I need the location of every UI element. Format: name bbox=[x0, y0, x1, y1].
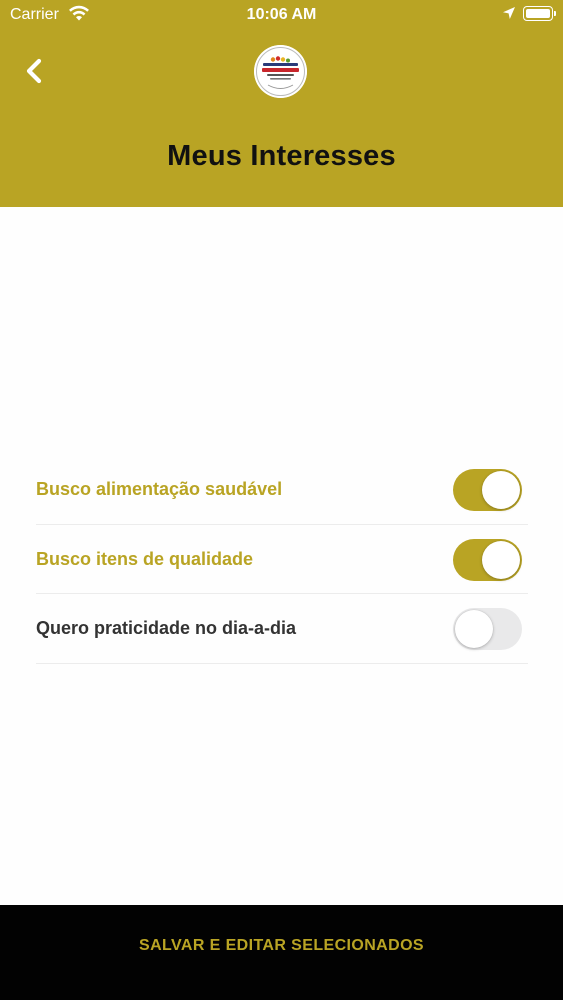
interest-row: Quero praticidade no dia-a-dia bbox=[36, 594, 528, 664]
interest-toggle[interactable] bbox=[453, 538, 522, 581]
status-time: 10:06 AM bbox=[246, 6, 317, 23]
location-arrow-icon bbox=[503, 7, 515, 19]
interest-label: Quero praticidade no dia-a-dia bbox=[36, 618, 297, 638]
footer-bar: SALVAR E EDITAR SELECIONADOS bbox=[0, 905, 563, 1000]
page-title: Meus Interesses bbox=[167, 140, 396, 172]
back-button[interactable] bbox=[18, 52, 52, 90]
chevron-left-icon bbox=[26, 58, 42, 84]
store-logo bbox=[254, 45, 307, 98]
interest-label: Busco alimentação saudável bbox=[36, 479, 283, 499]
toggle-knob bbox=[482, 540, 520, 579]
interests-list: Busco alimentação saudável Busco itens d… bbox=[36, 455, 528, 664]
interest-toggle[interactable] bbox=[453, 608, 522, 650]
save-edit-selected-button[interactable]: SALVAR E EDITAR SELECIONADOS bbox=[0, 905, 563, 987]
battery-level bbox=[526, 9, 550, 18]
interest-row: Busco itens de qualidade bbox=[36, 525, 528, 594]
toggle-knob bbox=[455, 610, 493, 648]
battery-icon bbox=[523, 6, 556, 21]
header: Carrier 10:06 AM Meus Interesses bbox=[0, 0, 563, 207]
status-bar: Carrier 10:06 AM bbox=[0, 0, 563, 30]
toggle-knob bbox=[482, 471, 520, 509]
interest-toggle[interactable] bbox=[453, 469, 522, 511]
interest-label: Busco itens de qualidade bbox=[36, 548, 254, 569]
screen: Carrier 10:06 AM Meus Interesses Busco a… bbox=[0, 0, 563, 1000]
interest-row: Busco alimentação saudável bbox=[36, 455, 528, 525]
